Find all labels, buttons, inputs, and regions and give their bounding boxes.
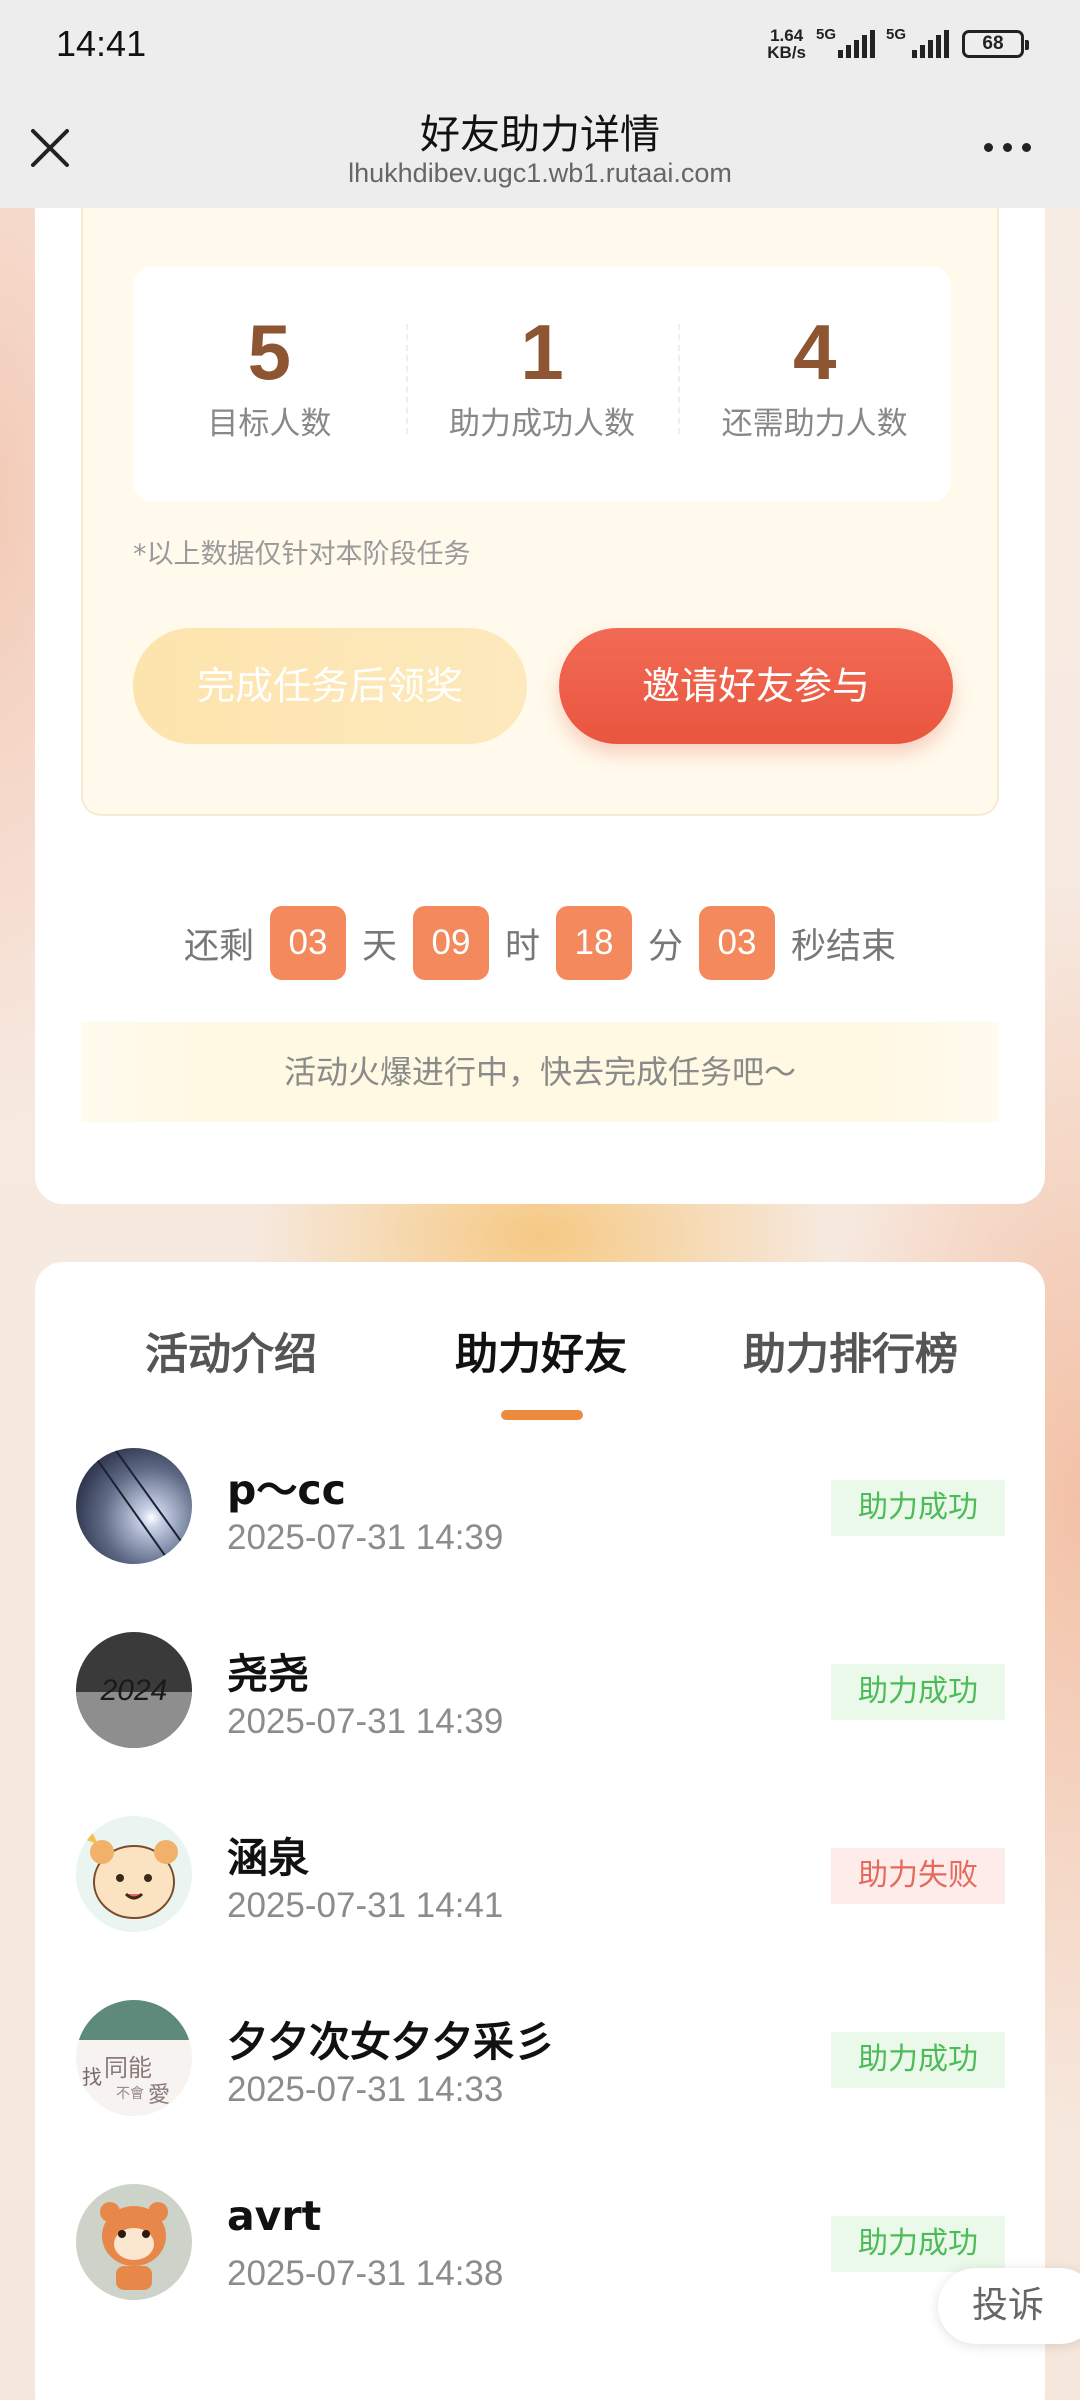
stat-target: 5 目标人数 xyxy=(133,266,406,502)
countdown-timer: 还剩 03 天 09 时 18 分 03 秒结束 xyxy=(35,906,1045,980)
tab-ranking[interactable]: 助力排行榜 xyxy=(743,1320,958,1382)
friend-date: 2025-07-31 14:39 xyxy=(227,1702,504,1741)
network-speed-unit: KB/s xyxy=(767,43,806,62)
avatar-text: 找 xyxy=(82,2065,102,2089)
avatar-text: 2024 xyxy=(100,1674,168,1707)
countdown-minutes: 18 xyxy=(556,906,632,980)
page-title: 好友助力详情 xyxy=(420,112,660,158)
invite-friends-button[interactable]: 邀请好友参与 xyxy=(559,628,953,744)
countdown-days-unit: 天 xyxy=(361,926,397,967)
signal-label-2: 5G xyxy=(886,26,907,43)
friend-name: 夕夕次女夕夕采彡 xyxy=(227,2018,555,2066)
stats-note: *以上数据仅针对本阶段任务 xyxy=(133,539,471,570)
nav-bar: 好友助力详情 lhukhdibev.ugc1.wb1.rutaai.com xyxy=(0,88,1080,208)
friend-name: avrt xyxy=(227,2192,322,2240)
avatar-text: 不會 xyxy=(116,2086,144,2102)
avatar xyxy=(76,1816,192,1932)
avatar: 找 同能 不會 愛 xyxy=(76,2000,192,2116)
list-item: 找 同能 不會 愛 夕夕次女夕夕采彡 2025-07-31 14:33 助力成功 xyxy=(35,2000,1045,2184)
stat-remaining: 4 还需助力人数 xyxy=(678,266,951,502)
network-speed-value: 1.64 xyxy=(770,26,804,45)
complain-button[interactable]: 投诉 xyxy=(938,2268,1080,2344)
status-badge: 助力成功 xyxy=(831,2216,1005,2272)
countdown-seconds-unit: 秒结束 xyxy=(791,926,897,967)
countdown-minutes-unit: 分 xyxy=(648,926,684,967)
stat-remaining-value: 4 xyxy=(792,308,837,396)
avatar: 2024 xyxy=(76,1632,192,1748)
tab-helper-friends[interactable]: 助力好友 xyxy=(455,1320,627,1382)
page-url: lhukhdibev.ugc1.wb1.rutaai.com xyxy=(348,158,732,188)
countdown-days: 03 xyxy=(269,906,346,980)
status-badge: 助力成功 xyxy=(831,2032,1005,2088)
list-item: 涵泉 2025-07-31 14:41 助力失败 xyxy=(35,1816,1045,2000)
status-badge: 助力成功 xyxy=(831,1664,1005,1720)
status-icons: 1.64 KB/s 5G 5G 68 xyxy=(767,26,1029,61)
list-item: 2024 尧尧 2025-07-31 14:39 助力成功 xyxy=(35,1632,1045,1816)
avatar-text: 同能 xyxy=(104,2054,152,2082)
more-options-icon[interactable] xyxy=(984,132,1040,162)
activity-status-banner: 活动火爆进行中，快去完成任务吧～ xyxy=(81,1022,999,1122)
list-item: avrt 2025-07-31 14:38 助力成功 xyxy=(35,2184,1045,2368)
tab-bar: 活动介绍 助力好友 助力排行榜 xyxy=(35,1262,1045,1422)
status-time: 14:41 xyxy=(56,23,147,64)
countdown-prefix: 还剩 xyxy=(183,926,254,967)
task-progress-card: 5 目标人数 1 助力成功人数 4 还需助力人数 *以上数据仅针对本阶段任务 完… xyxy=(35,180,1045,1204)
stat-success-value: 1 xyxy=(520,308,564,396)
stat-success: 1 助力成功人数 xyxy=(405,266,679,502)
stat-target-value: 5 xyxy=(247,308,292,396)
network-speed: 1.64 KB/s xyxy=(767,27,806,61)
status-bar: 14:41 1.64 KB/s 5G 5G 68 xyxy=(0,0,1080,88)
signal-icon: 5G xyxy=(816,26,876,58)
stat-remaining-label: 还需助力人数 xyxy=(721,406,908,442)
countdown-seconds: 03 xyxy=(699,906,776,980)
status-badge: 助力成功 xyxy=(831,1480,1005,1536)
friends-card: 活动介绍 助力好友 助力排行榜 p～cc 2025-07-31 14:39 助力… xyxy=(35,1262,1045,2400)
active-tab-indicator xyxy=(501,1410,583,1420)
avatar-text: 愛 xyxy=(148,2083,170,2108)
friend-date: 2025-07-31 14:41 xyxy=(227,1886,504,1925)
signal-icon-2: 5G xyxy=(886,26,952,58)
friend-name: p～cc xyxy=(227,1466,346,1514)
stats-box: 5 目标人数 1 助力成功人数 4 还需助力人数 xyxy=(133,266,951,502)
friend-date: 2025-07-31 14:38 xyxy=(227,2254,504,2293)
countdown-hours-unit: 时 xyxy=(504,926,540,967)
claim-reward-button[interactable]: 完成任务后领奖 xyxy=(133,628,527,744)
task-progress-panel: 5 目标人数 1 助力成功人数 4 还需助力人数 *以上数据仅针对本阶段任务 完… xyxy=(81,180,999,816)
avatar xyxy=(76,2184,192,2300)
stat-target-label: 目标人数 xyxy=(207,406,332,442)
friends-list: p～cc 2025-07-31 14:39 助力成功 2024 尧尧 2025-… xyxy=(35,1448,1045,2368)
signal-label: 5G xyxy=(816,26,837,43)
friend-date: 2025-07-31 14:39 xyxy=(227,1518,504,1557)
avatar xyxy=(76,1448,192,1564)
friend-date: 2025-07-31 14:33 xyxy=(227,2070,504,2109)
battery-icon: 68 xyxy=(962,30,1029,58)
stat-success-label: 助力成功人数 xyxy=(449,406,635,442)
status-badge: 助力失败 xyxy=(831,1848,1005,1904)
friend-name: 尧尧 xyxy=(227,1650,309,1698)
list-item: p～cc 2025-07-31 14:39 助力成功 xyxy=(35,1448,1045,1632)
tab-activity-intro[interactable]: 活动介绍 xyxy=(145,1320,317,1382)
countdown-hours: 09 xyxy=(412,906,489,980)
friend-name: 涵泉 xyxy=(227,1834,309,1882)
